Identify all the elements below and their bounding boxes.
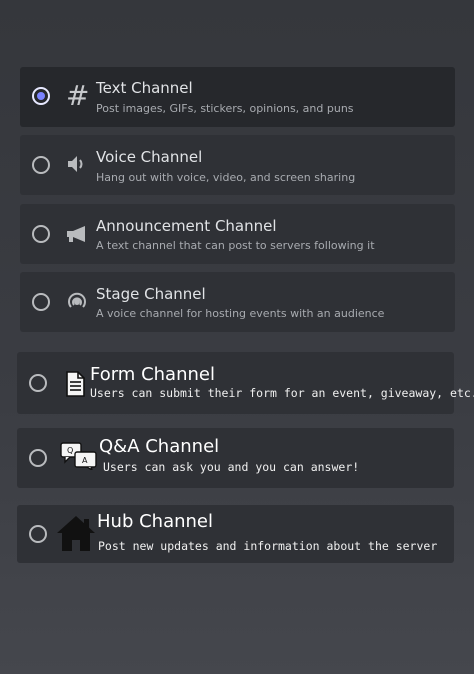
- radio-button[interactable]: [29, 525, 47, 543]
- channel-description: Users can submit their form for an event…: [90, 386, 474, 400]
- channel-option-announcement[interactable]: Announcement Channel A text channel that…: [20, 204, 455, 264]
- chat-bubbles-icon: Q A: [60, 442, 98, 474]
- channel-title: Text Channel: [96, 79, 193, 97]
- channel-title: Q&A Channel: [99, 436, 220, 457]
- channel-title: Voice Channel: [96, 148, 203, 166]
- radio-button[interactable]: [32, 156, 50, 174]
- radio-button[interactable]: [29, 374, 47, 392]
- channel-description: Post new updates and information about t…: [98, 539, 438, 553]
- q-letter: Q: [67, 446, 73, 455]
- channel-option-form[interactable]: Form Channel Users can submit their form…: [17, 352, 474, 414]
- channel-option-voice[interactable]: Voice Channel Hang out with voice, video…: [20, 135, 455, 195]
- channel-title: Hub Channel: [97, 511, 213, 532]
- channel-description: A voice channel for hosting events with …: [96, 307, 385, 320]
- radio-button[interactable]: [32, 225, 50, 243]
- speaker-icon: [66, 154, 88, 178]
- channel-type-panel: # Text Channel Post images, GIFs, sticke…: [0, 0, 474, 674]
- document-icon: [65, 371, 85, 401]
- radio-button[interactable]: [32, 293, 50, 311]
- channel-option-qa[interactable]: Q A Q&A Channel Users can ask you and yo…: [17, 428, 454, 488]
- radio-button[interactable]: [29, 449, 47, 467]
- radio-button-selected[interactable]: [32, 87, 50, 105]
- channel-option-text[interactable]: # Text Channel Post images, GIFs, sticke…: [20, 67, 455, 127]
- house-icon: [55, 514, 97, 556]
- channel-description: A text channel that can post to servers …: [96, 239, 375, 252]
- megaphone-icon: [65, 224, 89, 248]
- channel-description: Post images, GIFs, stickers, opinions, a…: [96, 102, 354, 115]
- a-letter: A: [82, 456, 88, 465]
- channel-title: Form Channel: [90, 364, 215, 385]
- channel-option-stage[interactable]: Stage Channel A voice channel for hostin…: [20, 272, 455, 332]
- channel-description: Users can ask you and you can answer!: [103, 460, 360, 474]
- channel-title: Stage Channel: [96, 285, 206, 303]
- hash-icon: #: [66, 79, 90, 112]
- channel-description: Hang out with voice, video, and screen s…: [96, 171, 356, 184]
- channel-option-hub[interactable]: Hub Channel Post new updates and informa…: [17, 505, 454, 563]
- stage-icon: [65, 290, 89, 318]
- channel-title: Announcement Channel: [96, 217, 277, 235]
